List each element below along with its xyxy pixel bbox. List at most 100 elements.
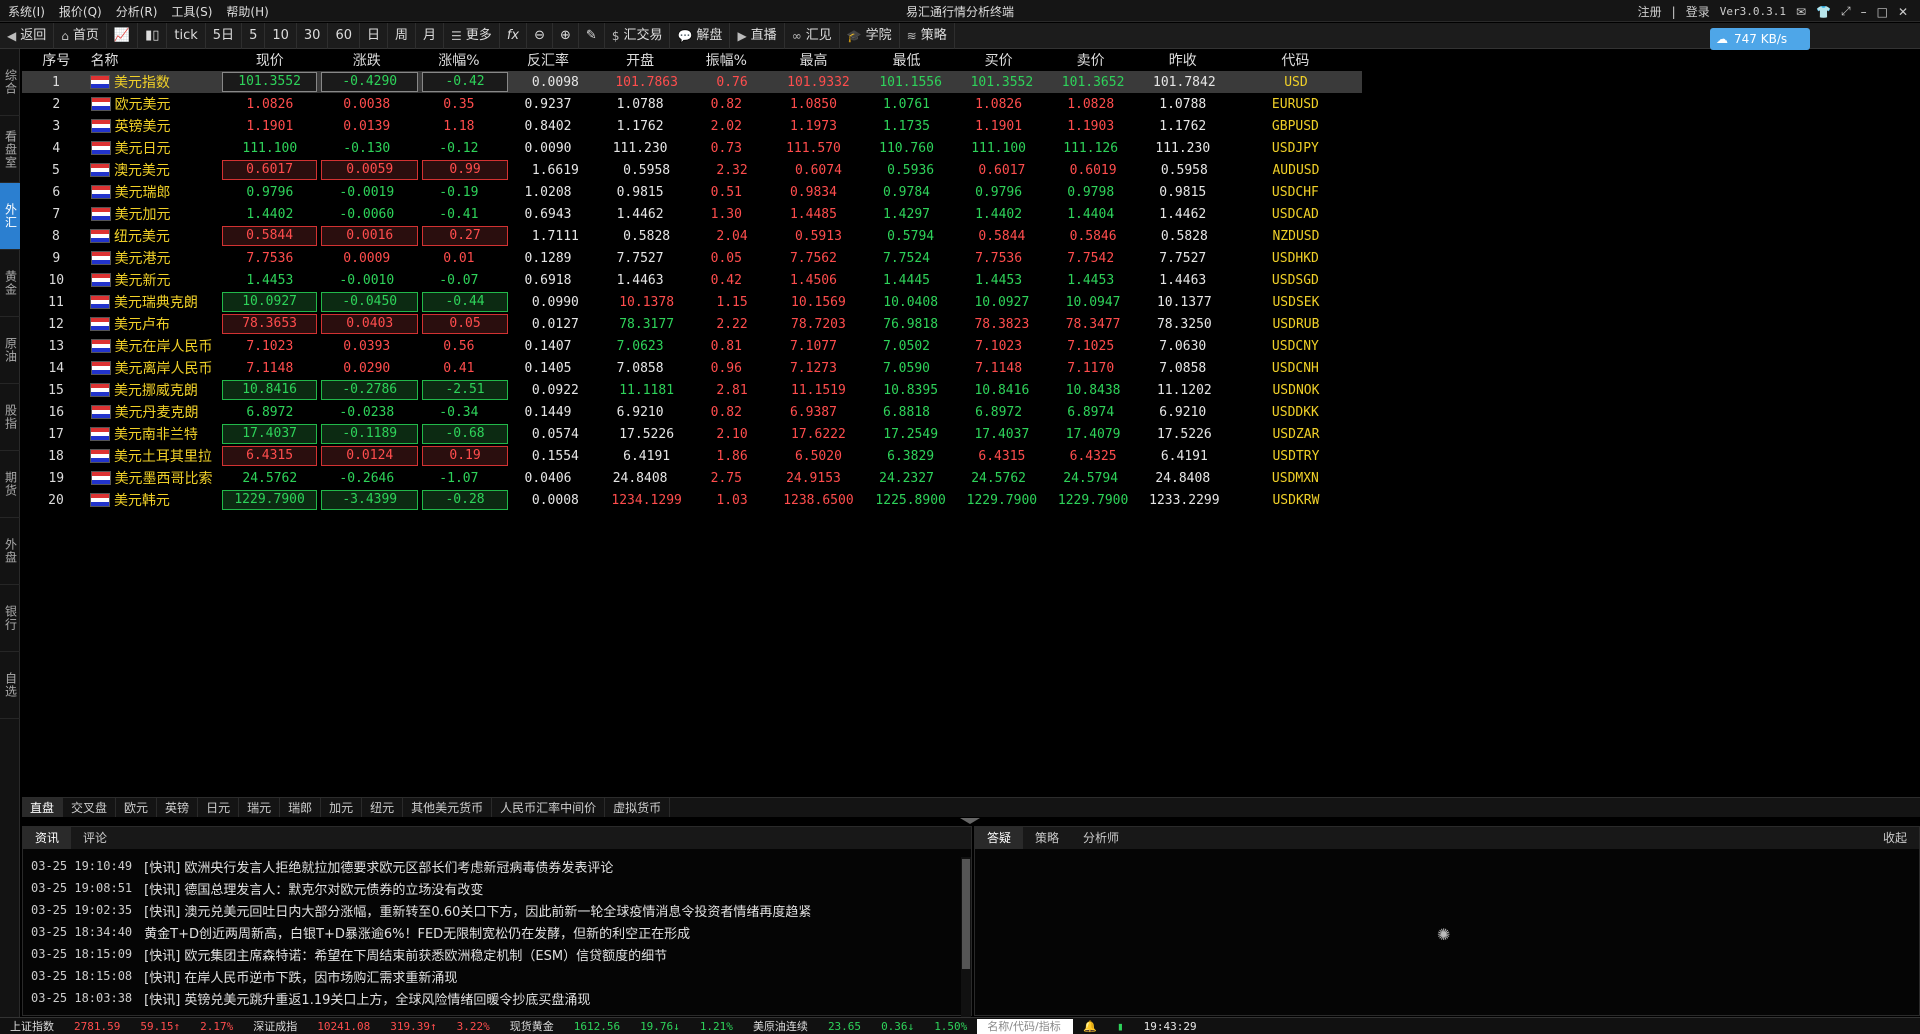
interval-5[interactable]: 5 bbox=[242, 22, 266, 49]
ticker-name[interactable]: 上证指数 bbox=[0, 1018, 64, 1034]
table-row[interactable]: 3 英镑美元 1.1901 0.0139 1.18 0.8402 1.1762 2.02 1.1… bbox=[22, 115, 1362, 137]
mail-icon[interactable]: ✉ bbox=[1796, 5, 1806, 19]
tab-news[interactable]: 资讯 bbox=[23, 827, 72, 849]
col-prev[interactable]: 昨收 bbox=[1137, 50, 1229, 70]
col-low[interactable]: 最低 bbox=[860, 50, 952, 70]
interval-week[interactable]: 周 bbox=[388, 22, 417, 49]
tab-nzd[interactable]: 纽元 bbox=[362, 798, 404, 817]
table-row[interactable]: 6 美元瑞郎 0.9796 -0.0019 -0.19 1.0208 0.9815 0.51 0… bbox=[22, 181, 1362, 203]
table-row[interactable]: 18 美元土耳其里拉 6.4315 0.0124 0.19 0.1554 6.4191 1.8… bbox=[22, 445, 1362, 467]
col-code[interactable]: 代码 bbox=[1229, 50, 1362, 70]
table-row[interactable]: 19 美元墨西哥比索 24.5762 -0.2646 -1.07 0.0406 24.840… bbox=[22, 467, 1362, 489]
scroll-thumb[interactable] bbox=[962, 859, 970, 969]
col-index[interactable]: 序号 bbox=[22, 50, 91, 70]
tab-direct[interactable]: 直盘 bbox=[22, 798, 64, 817]
sidebar-item-gold[interactable]: 黄金 bbox=[0, 250, 20, 317]
news-item[interactable]: 03-25 19:02:35 [快讯] 澳元兑美元回吐日内大部分涨幅，重新转至0.… bbox=[23, 899, 971, 921]
col-change[interactable]: 涨跌 bbox=[318, 50, 416, 70]
interval-10[interactable]: 10 bbox=[265, 22, 297, 49]
sidebar-item-forex[interactable]: 外汇 bbox=[0, 183, 20, 250]
tab-analyst[interactable]: 分析师 bbox=[1071, 827, 1131, 849]
view-button[interactable]: ∞ 汇见 bbox=[785, 22, 840, 49]
table-row[interactable]: 7 美元加元 1.4402 -0.0060 -0.41 0.6943 1.4462 1.30 1… bbox=[22, 203, 1362, 225]
table-row[interactable]: 13 美元在岸人民币 7.1023 0.0393 0.56 0.1407 7.0623 0.8… bbox=[22, 335, 1362, 357]
menu-help[interactable]: 帮助(H) bbox=[226, 3, 268, 20]
search-input[interactable]: 名称/代码/指标 bbox=[977, 1018, 1074, 1034]
candle-button[interactable]: ▮▯ bbox=[138, 22, 168, 49]
menu-analysis[interactable]: 分析(R) bbox=[116, 3, 158, 20]
sidebar-item-room[interactable]: 看盘室 bbox=[0, 116, 20, 183]
table-row[interactable]: 15 美元挪威克朗 10.8416 -0.2786 -2.51 0.0922 11.1181… bbox=[22, 379, 1362, 401]
news-scrollbar[interactable] bbox=[961, 857, 971, 1017]
zoom-in-button[interactable]: ⊕ bbox=[553, 22, 579, 49]
interval-month[interactable]: 月 bbox=[416, 22, 445, 49]
news-item[interactable]: 03-25 18:15:09 [快讯] 欧元集团主席森特诺：希望在下周结束前获悉欧… bbox=[23, 943, 971, 965]
col-amplitude[interactable]: 振幅% bbox=[686, 50, 766, 70]
table-row[interactable]: 16 美元丹麦克朗 6.8972 -0.0238 -0.34 0.1449 6.9210 0.… bbox=[22, 401, 1362, 423]
tab-comments[interactable]: 评论 bbox=[71, 827, 119, 849]
news-item[interactable]: 03-25 18:34:40 黄金T+D创近两周新高，白银T+D暴涨逾6%！FED… bbox=[23, 921, 971, 943]
chart-line-button[interactable]: 📈 bbox=[107, 22, 139, 49]
close-icon[interactable]: ✕ bbox=[1898, 5, 1908, 19]
minimize-icon[interactable]: – bbox=[1861, 5, 1867, 19]
tab-other-usd[interactable]: 其他美元货币 bbox=[403, 798, 493, 817]
col-inverse[interactable]: 反汇率 bbox=[502, 50, 594, 70]
tab-crypto[interactable]: 虚拟货币 bbox=[605, 798, 671, 817]
more-button[interactable]: ☰ 更多 bbox=[444, 22, 500, 49]
register-link[interactable]: 注册 bbox=[1638, 3, 1662, 20]
restore-icon[interactable]: ⤢ bbox=[1841, 4, 1851, 19]
table-row[interactable]: 10 美元新元 1.4453 -0.0010 -0.07 0.6918 1.4463 0.42… bbox=[22, 269, 1362, 291]
sidebar-item-futures[interactable]: 期货 bbox=[0, 451, 20, 518]
academy-button[interactable]: 🎓 学院 bbox=[840, 22, 900, 49]
interval-30[interactable]: 30 bbox=[297, 22, 329, 49]
bell-icon[interactable]: 🔔 bbox=[1073, 1020, 1107, 1033]
maximize-icon[interactable]: □ bbox=[1877, 5, 1888, 19]
table-row[interactable]: 20 美元韩元 1229.7900 -3.4399 -0.28 0.0008 1234.12… bbox=[22, 489, 1362, 511]
sidebar-item-index[interactable]: 股指 bbox=[0, 384, 20, 451]
table-row[interactable]: 4 美元日元 111.100 -0.130 -0.12 0.0090 111.230 0.73… bbox=[22, 137, 1362, 159]
table-row[interactable]: 5 澳元美元 0.6017 0.0059 0.99 1.6619 0.5958 2.32 0.6… bbox=[22, 159, 1362, 181]
interval-day[interactable]: 日 bbox=[360, 22, 388, 49]
tab-cad[interactable]: 加元 bbox=[321, 798, 363, 817]
login-link[interactable]: 登录 bbox=[1686, 3, 1710, 20]
tab-strategy[interactable]: 策略 bbox=[1023, 827, 1071, 849]
table-row[interactable]: 11 美元瑞典克朗 10.0927 -0.0450 -0.44 0.0990 10.1378… bbox=[22, 291, 1362, 313]
trade-button[interactable]: $ 汇交易 bbox=[605, 22, 671, 49]
tick-button[interactable]: tick bbox=[167, 22, 206, 49]
col-open[interactable]: 开盘 bbox=[594, 50, 686, 70]
table-row[interactable]: 1 美元指数 101.3552 -0.4290 -0.42 0.0098 101.7863 0… bbox=[22, 71, 1362, 93]
news-item[interactable]: 03-25 19:08:51 [快讯] 德国总理发言人：默克尔对欧元债券的立场没有… bbox=[23, 877, 971, 899]
table-row[interactable]: 9 美元港元 7.7536 0.0009 0.01 0.1289 7.7527 0.05 7.7… bbox=[22, 247, 1362, 269]
sidebar-item-watchlist[interactable]: 自选 bbox=[0, 652, 20, 719]
sidebar-item-oil[interactable]: 原油 bbox=[0, 317, 20, 384]
ticker-name[interactable]: 深证成指 bbox=[243, 1018, 307, 1034]
sidebar-item-bank[interactable]: 银行 bbox=[0, 585, 20, 652]
tab-cross[interactable]: 交叉盘 bbox=[63, 798, 117, 817]
home-button[interactable]: ⌂ 首页 bbox=[54, 22, 107, 49]
collapse-button[interactable]: 收起 bbox=[1871, 827, 1919, 849]
interval-5d[interactable]: 5日 bbox=[206, 22, 243, 49]
tab-chf[interactable]: 瑞郎 bbox=[280, 798, 322, 817]
table-row[interactable]: 8 纽元美元 0.5844 0.0016 0.27 1.7111 0.5828 2.04 0.5… bbox=[22, 225, 1362, 247]
ticker-name[interactable]: 美原油连续 bbox=[743, 1018, 818, 1034]
back-button[interactable]: ◀ 返回 bbox=[0, 22, 55, 49]
zoom-out-button[interactable]: ⊖ bbox=[527, 22, 553, 49]
col-high[interactable]: 最高 bbox=[766, 50, 860, 70]
tab-jpy[interactable]: 日元 bbox=[198, 798, 240, 817]
tab-eur[interactable]: 欧元 bbox=[116, 798, 158, 817]
col-bid[interactable]: 买价 bbox=[953, 50, 1045, 70]
news-item[interactable]: 03-25 18:15:08 [快讯] 在岸人民币逆市下跌，因市场购汇需求重新涌现 bbox=[23, 965, 971, 987]
splitter-arrow-icon[interactable] bbox=[960, 818, 980, 824]
table-row[interactable]: 17 美元南非兰特 17.4037 -0.1189 -0.68 0.0574 17.5226… bbox=[22, 423, 1362, 445]
tab-rui[interactable]: 瑞元 bbox=[239, 798, 281, 817]
strategy-button[interactable]: ≋ 策略 bbox=[900, 22, 955, 49]
live-button[interactable]: ▶ 直播 bbox=[730, 22, 785, 49]
tab-rmb-central[interactable]: 人民币汇率中间价 bbox=[492, 798, 606, 817]
ticker-name[interactable]: 现货黄金 bbox=[500, 1018, 564, 1034]
menu-system[interactable]: 系统(I) bbox=[8, 3, 45, 20]
col-name[interactable]: 名称 bbox=[91, 50, 222, 70]
table-row[interactable]: 14 美元离岸人民币 7.1148 0.0290 0.41 0.1405 7.0858 0.9… bbox=[22, 357, 1362, 379]
news-item[interactable]: 03-25 18:03:38 [快讯] 英镑兑美元跳升重返1.19关口上方，全球风… bbox=[23, 987, 971, 1009]
tab-qa[interactable]: 答疑 bbox=[975, 827, 1024, 849]
menu-quote[interactable]: 报价(Q) bbox=[59, 3, 102, 20]
